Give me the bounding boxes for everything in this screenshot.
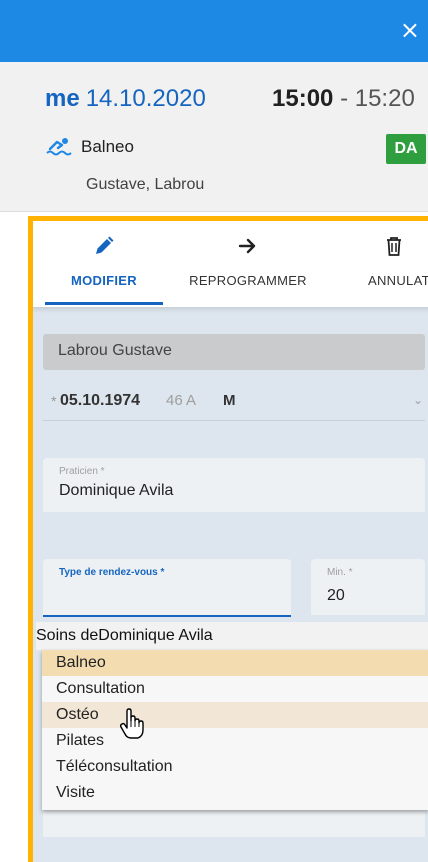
time-separator: - [340, 85, 349, 112]
tabs-divider [33, 307, 428, 313]
dropdown-option-balneo[interactable]: Balneo [42, 650, 428, 676]
chevron-down-icon[interactable]: ⌄ [413, 393, 423, 407]
tab-reprogrammer-label: REPROGRAMMER [189, 273, 307, 288]
dropdown-option-teleconsultation[interactable]: Téléconsultation [42, 754, 428, 780]
appointment-date: me 14.10.2020 [45, 85, 206, 113]
patient-names: Gustave, Labrou [86, 176, 205, 193]
patient-sex: M [223, 392, 236, 409]
type-rendez-vous-label: Type de rendez-vous * [59, 567, 165, 578]
duration-label: Min. * [327, 567, 353, 578]
swimmer-icon [46, 138, 72, 156]
dropdown-options: Balneo Consultation Ostéo Pilates Téléco… [42, 650, 428, 810]
tab-modifier-label: MODIFIER [71, 273, 137, 288]
tab-annuler[interactable]: ANNULAT [338, 221, 428, 307]
praticien-label: Praticien * [59, 466, 105, 477]
patient-dob: 05.10.1974 [60, 392, 141, 409]
close-icon[interactable]: × [400, 18, 420, 42]
dropdown-group-label: Soins deDominique Avila [36, 622, 428, 650]
tab-modifier[interactable]: MODIFIER [45, 221, 163, 307]
appointment-start-time: 15:00 [272, 85, 334, 112]
dob-marker: * [51, 393, 57, 409]
dropdown-option-osteo[interactable]: Ostéo [42, 702, 428, 728]
practitioner-badge: DA [386, 134, 426, 164]
tab-reprogrammer[interactable]: REPROGRAMMER [173, 221, 323, 307]
duration-field[interactable]: Min. * 20 [311, 559, 425, 615]
patient-name-field[interactable]: Labrou Gustave [43, 334, 425, 370]
appointment-activity: Balneo [45, 136, 134, 158]
dropdown-option-consultation[interactable]: Consultation [42, 676, 428, 702]
patient-details-row[interactable]: * 05.10.1974 46 A M ⌄ [43, 381, 425, 421]
duration-value: 20 [327, 587, 345, 604]
praticien-field[interactable]: Praticien * Dominique Avila [43, 458, 425, 512]
patient-name: Labrou Gustave [58, 342, 172, 359]
top-bar: × [0, 0, 428, 62]
appointment-day: me [45, 85, 80, 112]
patient-age: 46 A [166, 392, 197, 409]
appointment-time: 15:00 - 15:20 [272, 85, 415, 113]
action-tabs: MODIFIER REPROGRAMMER ANNULAT [33, 221, 428, 307]
dropdown-option-visite[interactable]: Visite [42, 780, 428, 806]
tab-annuler-label: ANNULAT [368, 273, 428, 288]
appointment-date-value: 14.10.2020 [85, 85, 206, 112]
appointment-end-time: 15:20 [354, 85, 415, 112]
trash-icon [387, 237, 401, 256]
arrow-right-icon [238, 238, 256, 254]
praticien-value: Dominique Avila [59, 482, 174, 499]
type-rendez-vous-dropdown: Soins deDominique Avila Balneo Consultat… [36, 622, 428, 810]
dropdown-option-pilates[interactable]: Pilates [42, 728, 428, 754]
activity-label: Balneo [81, 137, 134, 156]
appointment-header: me 14.10.2020 15:00 - 15:20 Balneo DA Gus… [0, 62, 428, 212]
hand-cursor-icon [119, 708, 144, 739]
type-rendez-vous-field[interactable]: Type de rendez-vous * [43, 559, 291, 617]
pencil-icon [96, 236, 114, 254]
